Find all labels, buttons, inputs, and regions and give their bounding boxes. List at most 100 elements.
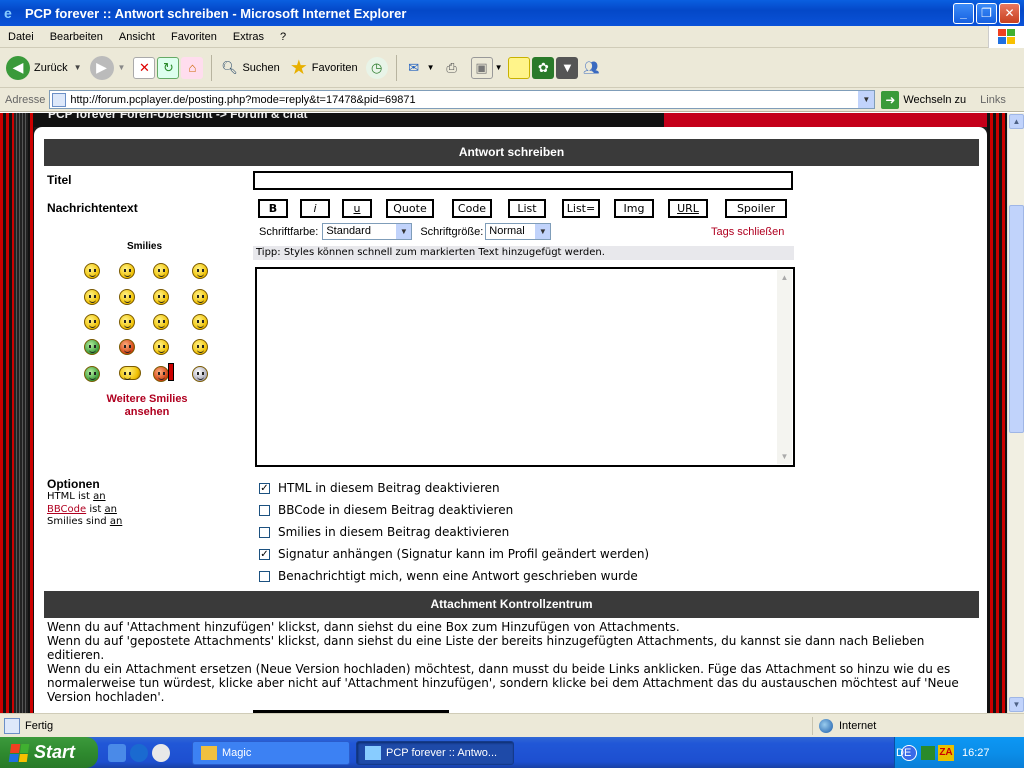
smiley-evil-icon[interactable]: [119, 339, 135, 355]
close-tags-link[interactable]: Tags schließen: [711, 226, 784, 238]
refresh-icon[interactable]: ↻: [157, 56, 180, 79]
bbcode-url-button[interactable]: URL: [668, 199, 708, 218]
bbcode-italic-button[interactable]: i: [300, 199, 330, 218]
quicklaunch-ie-icon[interactable]: [130, 743, 148, 762]
menu-extras[interactable]: Extras: [225, 31, 272, 43]
smiley-robot-icon[interactable]: [192, 366, 208, 382]
smiley-embarrassed-icon[interactable]: [153, 314, 169, 330]
smiley-cry-icon[interactable]: [192, 314, 208, 330]
menu-datei[interactable]: Datei: [0, 31, 42, 43]
font-size-select[interactable]: Normal ▼: [485, 223, 552, 240]
menu-help[interactable]: ?: [272, 31, 294, 43]
stop-icon[interactable]: ✕: [133, 56, 156, 79]
smiley-wink-icon[interactable]: [192, 339, 208, 355]
smiley-smile-icon[interactable]: [119, 263, 135, 279]
status-text: Fertig: [25, 719, 54, 732]
option-disable-html[interactable]: ✓ HTML in diesem Beitrag deaktivieren: [259, 481, 500, 495]
option-attach-signature[interactable]: ✓ Signatur anhängen (Signatur kann im Pr…: [259, 547, 649, 561]
tray-zonealarm-icon[interactable]: ZA: [938, 744, 954, 761]
mail-icon[interactable]: ✉: [403, 57, 425, 79]
checkbox[interactable]: [259, 570, 270, 582]
option-disable-bbcode[interactable]: BBCode in diesem Beitrag deaktivieren: [259, 503, 513, 517]
bbcode-code-button[interactable]: Code: [452, 199, 492, 218]
scroll-up-arrow-icon[interactable]: ▲: [1009, 114, 1024, 129]
taskbar-item-magic[interactable]: Magic: [192, 740, 350, 765]
font-color-select[interactable]: Standard ▼: [322, 223, 413, 240]
smiley-confused-icon[interactable]: [119, 289, 135, 305]
page-icon: [52, 92, 67, 107]
page-status-icon: [4, 717, 20, 734]
language-indicator[interactable]: DE: [896, 747, 911, 759]
start-label: Start: [34, 742, 76, 762]
go-button[interactable]: ➜ Wechseln zu: [881, 90, 966, 109]
checkbox-checked[interactable]: ✓: [259, 548, 270, 560]
quicklaunch-desktop-icon[interactable]: [108, 743, 126, 762]
bbcode-status: BBCode ist an: [47, 504, 117, 515]
smiley-helmet-icon[interactable]: [84, 366, 100, 382]
home-icon[interactable]: ⌂: [181, 56, 204, 79]
smiley-razz-icon[interactable]: [119, 314, 135, 330]
history-icon[interactable]: ◷: [365, 56, 388, 79]
textarea-scrollbar[interactable]: ▲ ▼: [777, 270, 792, 464]
smiley-grin-icon[interactable]: [84, 263, 100, 279]
page-scrollbar[interactable]: ▲ ▼: [1007, 113, 1024, 713]
smiley-surprised-icon[interactable]: [192, 263, 208, 279]
smiley-alien-icon[interactable]: [84, 339, 100, 355]
breadcrumb[interactable]: PCP forever Foren-Übersicht -> Forum & c…: [48, 113, 308, 121]
bbcode-spoiler-button[interactable]: Spoiler: [725, 199, 787, 218]
close-button[interactable]: ✕: [999, 3, 1020, 24]
bbcode-list-ordered-button[interactable]: List=: [562, 199, 600, 218]
smiley-sad-icon[interactable]: [153, 263, 169, 279]
checkbox[interactable]: [259, 526, 270, 538]
smiley-lol-icon[interactable]: [192, 289, 208, 305]
bbcode-bold-button[interactable]: B: [258, 199, 288, 218]
bbcode-img-button[interactable]: Img: [614, 199, 654, 218]
smiley-boxing-icon[interactable]: [153, 366, 169, 382]
smiley-rolleyes-icon[interactable]: [153, 339, 169, 355]
address-dropdown[interactable]: ▼: [858, 91, 875, 108]
html-status-prefix: HTML ist: [47, 491, 94, 502]
forward-button[interactable]: ▶ ▼: [89, 55, 125, 80]
links-button[interactable]: Links: [980, 94, 1006, 106]
notes-icon[interactable]: [508, 56, 531, 79]
smiley-eek-icon[interactable]: [84, 289, 100, 305]
menu-favoriten[interactable]: Favoriten: [163, 31, 225, 43]
edit-icon[interactable]: ▣: [470, 56, 493, 79]
smilies-status-value: an: [109, 516, 123, 527]
scroll-down-arrow-icon[interactable]: ▼: [1009, 697, 1024, 712]
more-smilies-link[interactable]: Weitere Smilies ansehen: [89, 393, 205, 419]
bbcode-list-button[interactable]: List: [508, 199, 546, 218]
task-label: PCP forever :: Antwo...: [386, 746, 498, 759]
maximize-button[interactable]: ❐: [976, 3, 997, 24]
favorites-button[interactable]: ★ Favoriten: [288, 57, 358, 79]
option-disable-smilies[interactable]: Smilies in diesem Beitrag deaktivieren: [259, 525, 509, 539]
option-notify-reply[interactable]: Benachrichtigt mich, wenn eine Antwort g…: [259, 569, 638, 583]
title-input[interactable]: [253, 171, 793, 190]
message-textarea[interactable]: ▲ ▼: [255, 267, 795, 467]
checkbox[interactable]: [259, 504, 270, 516]
messenger-icon[interactable]: 👥︎: [580, 57, 602, 79]
print-icon[interactable]: ⎙: [441, 57, 463, 79]
bbcode-faq-link[interactable]: BBCode: [47, 504, 86, 515]
menu-bearbeiten[interactable]: Bearbeiten: [42, 31, 111, 43]
bbcode-underline-button[interactable]: u: [342, 199, 372, 218]
smiley-sleep-icon[interactable]: [119, 366, 141, 380]
checkbox-checked[interactable]: ✓: [259, 482, 270, 494]
address-input[interactable]: http://forum.pcplayer.de/posting.php?mod…: [49, 90, 876, 109]
smiley-cool-icon[interactable]: [153, 289, 169, 305]
attachment-help-line: Wenn du ein Attachment ersetzen (Neue Ve…: [47, 662, 959, 704]
bbcode-quote-button[interactable]: Quote: [386, 199, 434, 218]
winamp-icon[interactable]: ▼: [556, 56, 579, 79]
minimize-button[interactable]: _: [953, 3, 974, 24]
menu-ansicht[interactable]: Ansicht: [111, 31, 163, 43]
smiley-mad-icon[interactable]: [84, 314, 100, 330]
taskbar-item-pcp[interactable]: PCP forever :: Antwo...: [356, 740, 514, 765]
icq-icon[interactable]: ✿: [532, 56, 555, 79]
scroll-thumb[interactable]: [1009, 205, 1024, 433]
tray-icq-icon[interactable]: [921, 745, 935, 760]
quicklaunch-media-icon[interactable]: [152, 743, 170, 762]
start-button[interactable]: Start: [0, 737, 98, 768]
back-button[interactable]: ◀ Zurück ▼: [6, 55, 82, 80]
search-button[interactable]: 🔍︎ Suchen: [218, 57, 280, 79]
bbcode-status-value: an: [104, 504, 117, 515]
